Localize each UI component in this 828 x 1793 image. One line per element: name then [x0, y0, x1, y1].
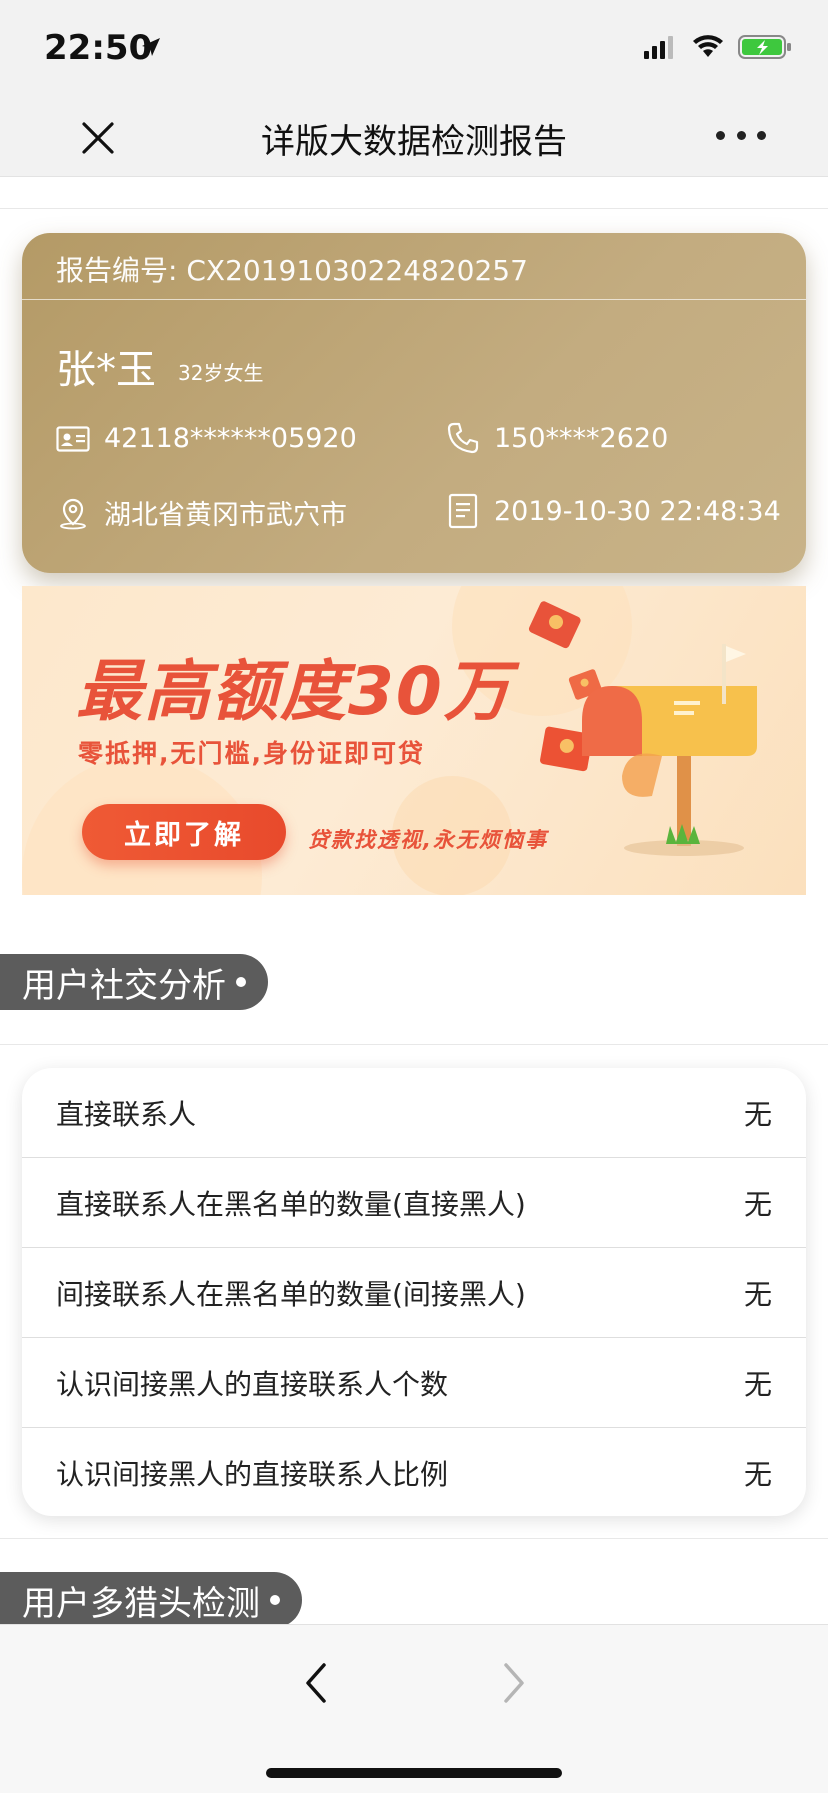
phone-icon [447, 422, 479, 454]
social-analysis-list: 直接联系人 无 直接联系人在黑名单的数量(直接黑人) 无 间接联系人在黑名单的数… [22, 1068, 806, 1516]
phone-row: 150****2620 [446, 421, 668, 455]
card-divider [22, 299, 806, 300]
item-value: 无 [743, 1367, 772, 1401]
report-number: 报告编号: CX20191030224820257 [56, 249, 528, 289]
report-card: 报告编号: CX20191030224820257 张*玉 32岁女生 4211… [22, 233, 806, 573]
section-title: 用户多猎头检测 [22, 1583, 260, 1624]
item-value: 无 [743, 1277, 772, 1311]
page-title: 详版大数据检测报告 [261, 122, 567, 162]
more-options-icon[interactable] [716, 120, 766, 150]
location-row: 湖北省黄冈市武穴市 [56, 493, 347, 532]
status-icons [644, 34, 792, 60]
bottom-toolbar [0, 1624, 828, 1793]
user-age-gender: 32岁女生 [178, 361, 264, 385]
item-label: 直接联系人 [56, 1097, 197, 1131]
item-label: 间接联系人在黑名单的数量(间接黑人) [56, 1277, 526, 1311]
report-number-value: CX20191030224820257 [186, 254, 528, 287]
user-name: 张*玉 [56, 347, 156, 393]
cellular-signal-icon [644, 36, 673, 59]
battery-charging-icon [738, 35, 791, 59]
back-arrow-icon[interactable] [298, 1659, 334, 1707]
banner-subtitle: 零抵押,无门槛,身份证即可贷 [78, 739, 425, 768]
report-number-label: 报告编号: [56, 254, 178, 287]
divider [0, 1044, 828, 1045]
document-icon [448, 493, 478, 529]
list-item: 直接联系人 无 [22, 1068, 806, 1158]
phone-number: 150****2620 [494, 422, 669, 454]
item-value: 无 [743, 1187, 772, 1221]
dot-icon [270, 1595, 280, 1605]
location: 湖北省黄冈市武穴市 [104, 500, 347, 531]
dot-icon [236, 977, 246, 987]
wifi-icon [693, 35, 723, 57]
report-datetime: 2019-10-30 22:48:34 [494, 495, 781, 527]
banner-slogan: 贷款找透视,永无烦恼事 [308, 828, 548, 852]
location-arrow-icon [142, 38, 160, 56]
navigation-bar: 详版大数据检测报告 [0, 100, 828, 177]
id-card-icon [56, 425, 90, 452]
list-item: 认识间接黑人的直接联系人比例 无 [22, 1428, 806, 1516]
list-item: 直接联系人在黑名单的数量(直接黑人) 无 [22, 1158, 806, 1248]
status-bar: 22:50 [0, 0, 828, 100]
section-title: 用户社交分析 [22, 965, 226, 1006]
section-header-social: 用户社交分析 [0, 954, 268, 1010]
location-pin-icon [60, 498, 86, 529]
loan-ad-banner[interactable]: 最高额度30万 零抵押,无门槛,身份证即可贷 立即了解 贷款找透视,永无烦恼事 [22, 586, 806, 895]
divider [0, 1538, 828, 1539]
home-indicator[interactable] [266, 1768, 562, 1778]
item-label: 直接联系人在黑名单的数量(直接黑人) [56, 1187, 526, 1221]
divider [0, 208, 828, 209]
id-number-row: 42118******05920 [56, 423, 357, 454]
list-item: 认识间接黑人的直接联系人个数 无 [22, 1338, 806, 1428]
item-value: 无 [743, 1458, 772, 1491]
id-number: 42118******05920 [104, 423, 357, 454]
banner-title: 最高额度30万 [76, 653, 512, 730]
item-value: 无 [743, 1097, 772, 1131]
learn-more-button[interactable]: 立即了解 [82, 804, 286, 860]
list-item: 间接联系人在黑名单的数量(间接黑人) 无 [22, 1248, 806, 1338]
item-label: 认识间接黑人的直接联系人个数 [56, 1367, 449, 1401]
status-time: 22:50 [44, 28, 153, 68]
item-label: 认识间接黑人的直接联系人比例 [56, 1458, 449, 1491]
datetime-row: 2019-10-30 22:48:34 [446, 493, 781, 529]
section-header-multi: 用户多猎头检测 [0, 1572, 302, 1628]
forward-arrow-icon[interactable] [496, 1659, 532, 1707]
